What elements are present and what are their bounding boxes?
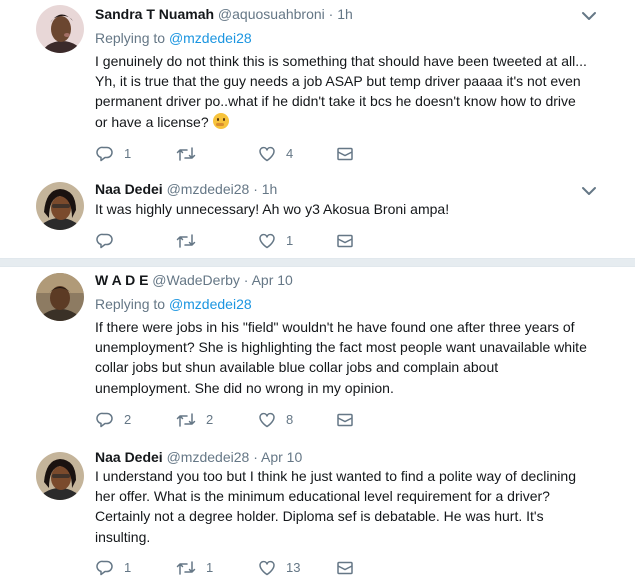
text-line-content: or have a license? bbox=[95, 113, 209, 130]
avatar[interactable] bbox=[36, 273, 84, 321]
reply-button[interactable]: 2 bbox=[96, 410, 131, 430]
conversation-timeline: Sandra T Nuamah @aquosuahbroni · 1h Repl… bbox=[0, 0, 635, 578]
timestamp[interactable]: Apr 10 bbox=[252, 272, 293, 288]
envelope-icon bbox=[337, 413, 353, 427]
reply-count: 1 bbox=[124, 560, 132, 575]
author-handle[interactable]: @aquosuahbroni bbox=[218, 6, 325, 22]
separator-dot: · bbox=[328, 6, 334, 22]
like-count: 4 bbox=[286, 146, 294, 161]
replying-label: Replying to bbox=[95, 296, 166, 312]
author-name[interactable]: W A D E bbox=[95, 272, 148, 288]
mention-link[interactable]: @mzdedei28 bbox=[169, 296, 252, 312]
like-count: 8 bbox=[286, 412, 294, 427]
text-line: her offer. What is the minimum education… bbox=[95, 488, 550, 505]
retweet-button[interactable]: 1 bbox=[176, 558, 213, 578]
separator-dot: · bbox=[253, 181, 258, 197]
tweet-text: I genuinely do not think this is somethi… bbox=[95, 51, 605, 132]
text-line: Certainly not a degree holder. Diploma s… bbox=[95, 508, 544, 525]
author-handle[interactable]: @WadeDerby bbox=[152, 272, 240, 288]
reply-icon bbox=[96, 146, 113, 162]
text-line: If there were jobs in his "field" wouldn… bbox=[95, 319, 575, 335]
like-button[interactable]: 13 bbox=[258, 558, 300, 578]
direct-message-button[interactable] bbox=[336, 231, 354, 251]
heart-icon bbox=[259, 560, 275, 576]
retweet-count: 2 bbox=[206, 412, 214, 427]
text-line: insulting. bbox=[95, 528, 151, 545]
heart-icon bbox=[259, 412, 275, 428]
retweet-count: 1 bbox=[206, 560, 214, 575]
heart-icon bbox=[259, 233, 275, 249]
envelope-icon bbox=[337, 561, 353, 575]
retweet-button[interactable]: 2 bbox=[176, 410, 213, 430]
author-handle[interactable]: @mzdedei28 bbox=[167, 181, 250, 197]
retweet-icon bbox=[176, 147, 196, 161]
tweet-text: It was highly unnecessary! Ah wo y3 Akos… bbox=[95, 199, 605, 219]
reply-button[interactable]: 1 bbox=[96, 144, 131, 164]
tweet-text: If there were jobs in his "field" wouldn… bbox=[95, 317, 605, 398]
tweet[interactable]: Sandra T Nuamah @aquosuahbroni · 1h Repl… bbox=[0, 0, 635, 176]
text-line: permanent driver po..what if he didn't t… bbox=[95, 93, 576, 110]
text-line: Yh, it is true that the guy needs a job … bbox=[95, 73, 581, 90]
reply-count: 1 bbox=[124, 146, 132, 161]
envelope-icon bbox=[337, 147, 353, 161]
timestamp[interactable]: Apr 10 bbox=[261, 449, 302, 465]
retweet-button[interactable] bbox=[176, 144, 206, 164]
thread-separator bbox=[0, 258, 635, 267]
timestamp[interactable]: 1h bbox=[262, 181, 278, 197]
like-count: 13 bbox=[286, 560, 301, 575]
chevron-down-icon[interactable] bbox=[581, 183, 597, 199]
author-name[interactable]: Naa Dedei bbox=[95, 449, 163, 465]
author-handle[interactable]: @mzdedei28 bbox=[167, 449, 250, 465]
retweet-icon bbox=[176, 413, 196, 427]
text-line: I understand you too but I think he just… bbox=[95, 468, 576, 484]
like-button[interactable]: 4 bbox=[258, 144, 293, 164]
timestamp[interactable]: 1h bbox=[337, 6, 353, 22]
tweet[interactable]: Naa Dedei @mzdedei28 · 1h It was highly … bbox=[0, 176, 635, 260]
tweet[interactable]: Naa Dedei @mzdedei28 · Apr 10 I understa… bbox=[0, 446, 635, 578]
author-name[interactable]: Naa Dedei bbox=[95, 181, 163, 197]
direct-message-button[interactable] bbox=[336, 144, 354, 164]
text-line: It was highly unnecessary! Ah wo y3 Akos… bbox=[95, 201, 450, 217]
like-button[interactable]: 8 bbox=[258, 410, 293, 430]
reply-button[interactable]: 1 bbox=[96, 558, 131, 578]
mention-link[interactable]: @mzdedei28 bbox=[169, 30, 252, 46]
like-count: 1 bbox=[286, 233, 294, 248]
direct-message-button[interactable] bbox=[336, 410, 354, 430]
separator-dot: · bbox=[253, 449, 258, 465]
reply-icon bbox=[96, 560, 113, 576]
retweet-button[interactable] bbox=[176, 231, 206, 251]
envelope-icon bbox=[337, 234, 353, 248]
reply-icon bbox=[96, 233, 113, 249]
separator-dot: · bbox=[243, 272, 249, 288]
direct-message-button[interactable] bbox=[336, 558, 354, 578]
avatar[interactable] bbox=[36, 5, 84, 53]
reply-button[interactable] bbox=[96, 231, 124, 251]
like-button[interactable]: 1 bbox=[258, 231, 293, 251]
retweet-icon bbox=[176, 561, 196, 575]
text-line: or have a license? bbox=[95, 112, 605, 132]
replying-to: Replying to @mzdedei28 bbox=[95, 295, 252, 313]
text-line: unemployment. She did no wrong in my opi… bbox=[95, 379, 394, 396]
avatar[interactable] bbox=[36, 452, 84, 500]
replying-to: Replying to @mzdedei28 bbox=[95, 29, 252, 47]
text-line: unemployment? She is highlighting the fa… bbox=[95, 339, 587, 356]
text-line: I genuinely do not think this is somethi… bbox=[95, 53, 587, 69]
chevron-down-icon[interactable] bbox=[581, 8, 597, 24]
heart-icon bbox=[259, 146, 275, 162]
text-line: collar jobs but shun available blue coll… bbox=[95, 359, 499, 376]
replying-label: Replying to bbox=[95, 30, 166, 46]
avatar[interactable] bbox=[36, 182, 84, 230]
tweet[interactable]: W A D E @WadeDerby · Apr 10 Replying to … bbox=[0, 267, 635, 439]
reply-icon bbox=[96, 412, 113, 428]
tweet-text: I understand you too but I think he just… bbox=[95, 466, 605, 547]
author-name[interactable]: Sandra T Nuamah bbox=[95, 6, 214, 22]
reply-count: 2 bbox=[124, 412, 132, 427]
thinking-face-emoji bbox=[212, 112, 229, 129]
retweet-icon bbox=[176, 234, 196, 248]
